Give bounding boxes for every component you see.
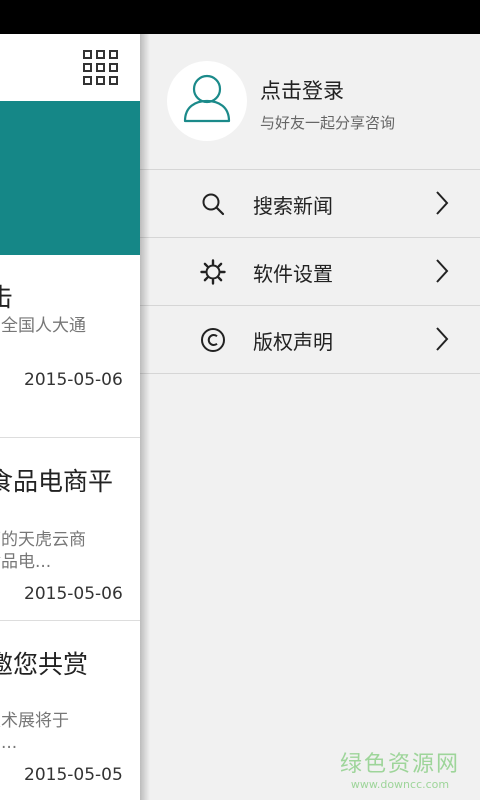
news-title: 食品电商平 [0, 467, 114, 496]
news-desc-line: 东全国人大通 [0, 316, 86, 336]
menu-item-label: 版权声明 [253, 330, 333, 354]
news-date: 2015-05-05 [24, 765, 123, 785]
grid-icon[interactable] [83, 50, 119, 86]
menu-item-label: 搜索新闻 [253, 194, 333, 218]
menu-item-search-news[interactable]: 搜索新闻 [140, 170, 480, 238]
top-bar [0, 34, 140, 102]
chevron-right-icon [436, 259, 449, 283]
banner[interactable] [0, 101, 140, 255]
news-title: 击 [0, 283, 14, 312]
news-date: 2015-05-06 [24, 584, 123, 604]
news-date: 2015-05-06 [24, 370, 123, 390]
news-desc-line: 如... [0, 733, 18, 753]
news-desc-line: 下的天虎云商 [0, 530, 86, 550]
chevron-right-icon [436, 327, 449, 351]
chevron-right-icon [436, 191, 449, 215]
divider [0, 437, 140, 438]
navigation-drawer: 点击登录 与好友一起分享咨询 搜索新闻 软件设置 版权声明 [140, 34, 480, 800]
menu-item-settings[interactable]: 软件设置 [140, 238, 480, 306]
divider [0, 620, 140, 621]
gear-icon [200, 259, 226, 285]
status-bar [0, 0, 480, 34]
user-icon [183, 74, 231, 123]
watermark-title: 绿色资源网 [339, 752, 460, 777]
copyright-icon [201, 328, 225, 352]
watermark: 绿色资源网 www.downcc.com [340, 746, 460, 791]
search-icon [202, 193, 225, 216]
news-desc-line: 食品电... [0, 552, 52, 572]
drawer-shadow [140, 34, 150, 800]
menu-item-copyright[interactable]: 版权声明 [140, 306, 480, 374]
news-title: 邀您共赏 [0, 650, 89, 679]
main-content: 击 东全国人大通 ... 2015-05-06 食品电商平 下的天虎云商 食品电… [0, 34, 140, 800]
login-header[interactable]: 点击登录 与好友一起分享咨询 [140, 34, 480, 170]
login-title[interactable]: 点击登录 [260, 75, 344, 105]
watermark-url: www.downcc.com [350, 778, 450, 791]
login-subtitle: 与好友一起分享咨询 [260, 114, 396, 132]
news-desc-line: 技术展将于 [0, 711, 69, 731]
menu-item-label: 软件设置 [253, 262, 333, 286]
avatar[interactable] [167, 61, 247, 141]
